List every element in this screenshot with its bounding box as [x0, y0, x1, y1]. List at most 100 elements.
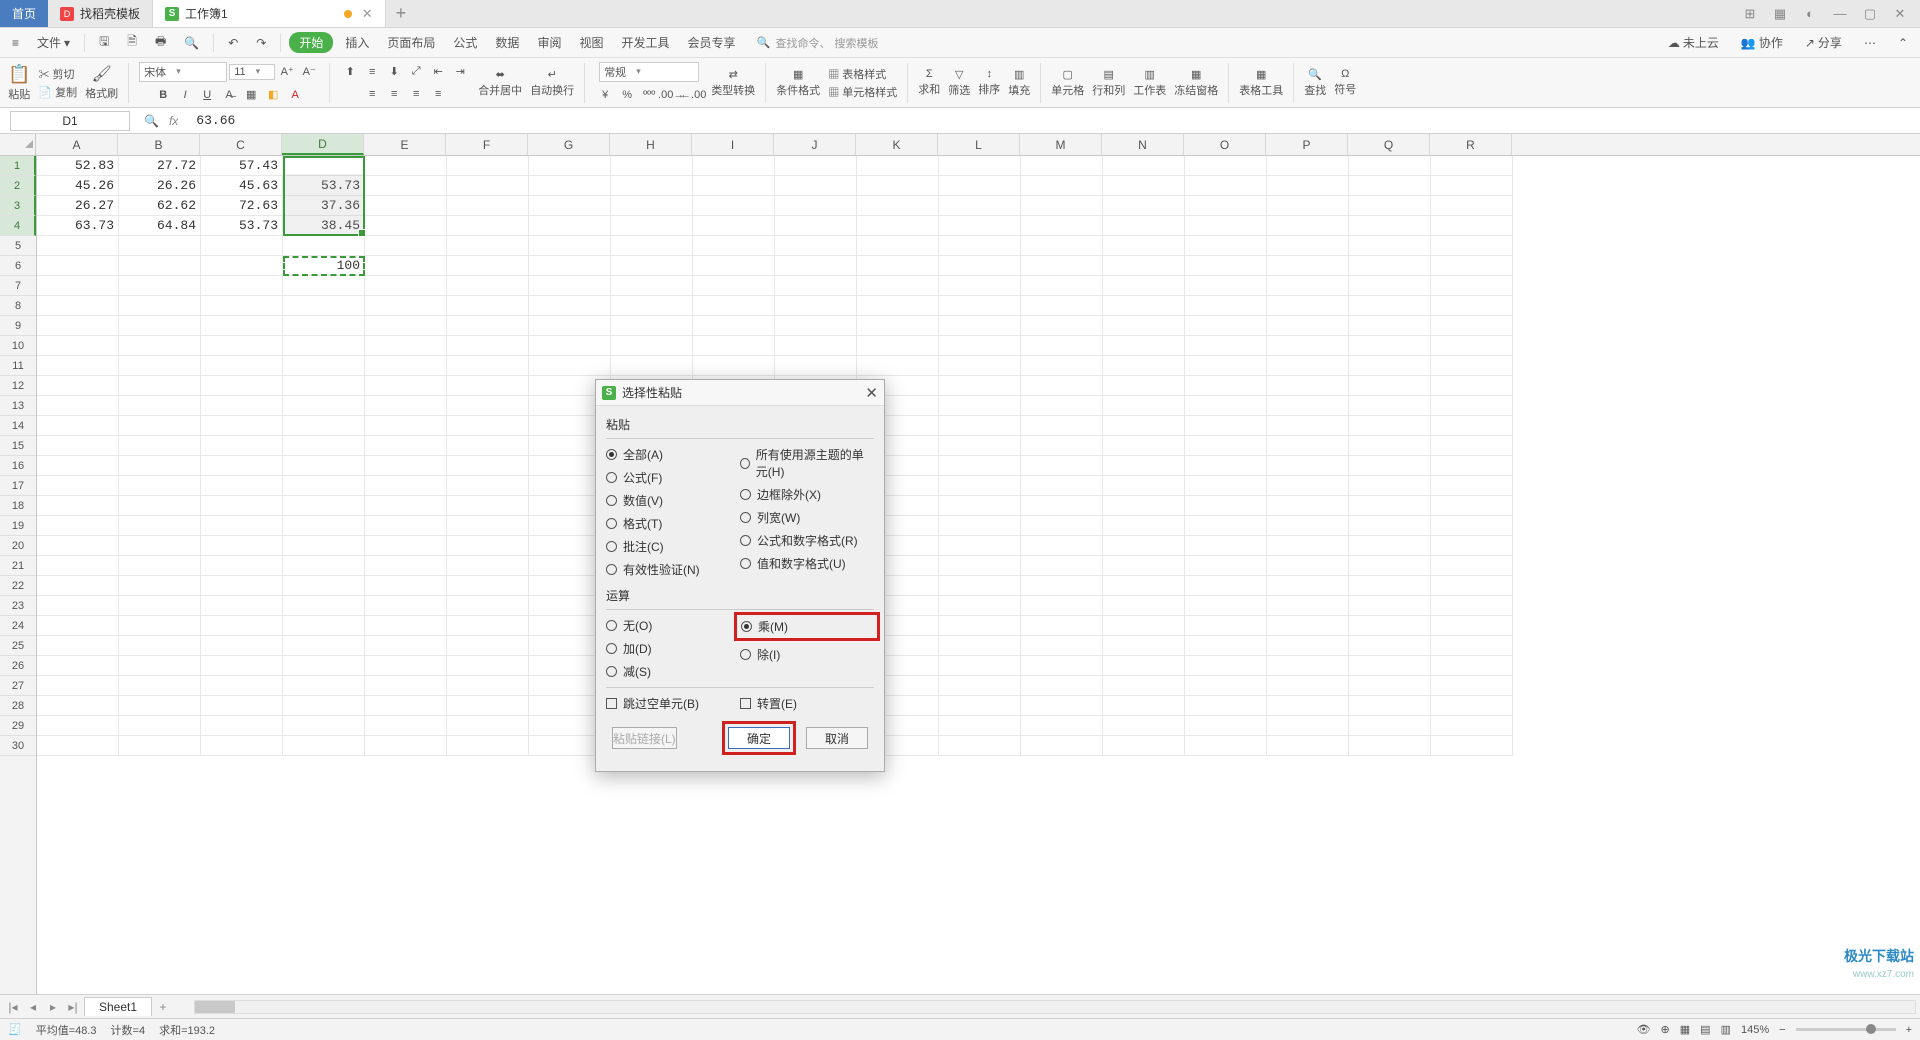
menu-file[interactable]: 文件 ▾	[31, 31, 76, 54]
row-25[interactable]: 25	[0, 636, 36, 656]
zoom-out-icon[interactable]: −	[1779, 1024, 1785, 1036]
row-22[interactable]: 22	[0, 576, 36, 596]
dec-inc-icon[interactable]: .00→	[661, 86, 681, 104]
new-tab-button[interactable]: +	[386, 0, 417, 27]
percent-icon[interactable]: %	[617, 86, 637, 104]
zoom-in-icon[interactable]: +	[1906, 1024, 1912, 1036]
number-format-select[interactable]: 常规▾	[599, 62, 699, 82]
paste-button[interactable]: 📋粘贴	[8, 64, 30, 102]
cell-A1[interactable]: 52.83	[37, 156, 119, 176]
cloud-status[interactable]: ☁ 未上云	[1662, 31, 1725, 54]
row-19[interactable]: 19	[0, 516, 36, 536]
col-K[interactable]: K	[856, 134, 938, 155]
row-27[interactable]: 27	[0, 676, 36, 696]
row-28[interactable]: 28	[0, 696, 36, 716]
col-J[interactable]: J	[774, 134, 856, 155]
row-10[interactable]: 10	[0, 336, 36, 356]
sum-button[interactable]: Σ求和	[918, 68, 940, 97]
row-26[interactable]: 26	[0, 656, 36, 676]
view-break-icon[interactable]: ▥	[1721, 1023, 1731, 1036]
menu-insert[interactable]: 插入	[339, 31, 375, 54]
zoom-slider[interactable]	[1796, 1028, 1896, 1031]
radio-formats[interactable]: 格式(T)	[606, 514, 740, 533]
cell-D3[interactable]: 37.36	[283, 196, 365, 216]
align-right-icon[interactable]: ≡	[406, 85, 426, 103]
cell-D4[interactable]: 38.45	[283, 216, 365, 236]
align-center-icon[interactable]: ≡	[384, 85, 404, 103]
row-24[interactable]: 24	[0, 616, 36, 636]
col-P[interactable]: P	[1266, 134, 1348, 155]
symbol-button[interactable]: Ω符号	[1334, 68, 1356, 97]
row-30[interactable]: 30	[0, 736, 36, 756]
row-4[interactable]: 4	[0, 216, 36, 236]
col-D[interactable]: D	[282, 134, 364, 155]
align-left-icon[interactable]: ≡	[362, 85, 382, 103]
col-L[interactable]: L	[938, 134, 1020, 155]
select-all-corner[interactable]	[0, 134, 36, 155]
fx-icon[interactable]: fx	[169, 114, 178, 128]
radio-all-theme[interactable]: 所有使用源主题的单元(H)	[740, 445, 874, 481]
maximize-icon[interactable]: ▢	[1860, 4, 1880, 24]
view-page-icon[interactable]: ▤	[1700, 1023, 1710, 1036]
coop-button[interactable]: 👥 协作	[1735, 31, 1789, 54]
cut-button[interactable]: ✂ 剪切	[38, 66, 74, 82]
fill-color-icon[interactable]: ◧	[263, 86, 283, 104]
minimize-icon[interactable]: —	[1830, 4, 1850, 24]
row-1[interactable]: 1	[0, 156, 36, 176]
sheet-next-icon[interactable]: ▸	[44, 998, 62, 1016]
horizontal-scrollbar[interactable]	[194, 1000, 1916, 1014]
tab-home[interactable]: 首页	[0, 0, 48, 27]
col-N[interactable]: N	[1102, 134, 1184, 155]
col-H[interactable]: H	[610, 134, 692, 155]
row-15[interactable]: 15	[0, 436, 36, 456]
row-14[interactable]: 14	[0, 416, 36, 436]
cell-C3[interactable]: 72.63	[201, 196, 283, 216]
save-icon[interactable]: 🖫	[93, 29, 115, 56]
cancel-button[interactable]: 取消	[806, 727, 868, 749]
menu-data[interactable]: 数据	[489, 31, 525, 54]
col-M[interactable]: M	[1020, 134, 1102, 155]
col-A[interactable]: A	[36, 134, 118, 155]
row-8[interactable]: 8	[0, 296, 36, 316]
chevron-up-icon[interactable]: ⌃	[1892, 33, 1914, 53]
cell-C1[interactable]: 57.43	[201, 156, 283, 176]
align-top-icon[interactable]: ⬆	[340, 63, 360, 81]
fill-button[interactable]: ▥填充	[1008, 68, 1030, 98]
freeze-button[interactable]: ▦冻结窗格	[1174, 68, 1218, 98]
find-button[interactable]: 🔍查找	[1304, 68, 1326, 98]
cell-area[interactable]: 52.8327.7257.4363.66 45.2626.2645.6353.7…	[37, 156, 1920, 994]
radio-comments[interactable]: 批注(C)	[606, 537, 740, 556]
row-20[interactable]: 20	[0, 536, 36, 556]
col-E[interactable]: E	[364, 134, 446, 155]
radio-formula-num[interactable]: 公式和数字格式(R)	[740, 531, 874, 550]
cell-B4[interactable]: 64.84	[119, 216, 201, 236]
type-convert-button[interactable]: ⇄类型转换	[711, 68, 755, 98]
radio-validation[interactable]: 有效性验证(N)	[606, 560, 740, 579]
sheet-prev-icon[interactable]: ◂	[24, 998, 42, 1016]
cell-B3[interactable]: 62.62	[119, 196, 201, 216]
eye-icon[interactable]: 👁	[1637, 1023, 1651, 1036]
radio-mul[interactable]: 乘(M)	[741, 617, 873, 636]
close-window-icon[interactable]: ✕	[1890, 4, 1910, 24]
strike-icon[interactable]: A̶	[219, 86, 239, 104]
col-B[interactable]: B	[118, 134, 200, 155]
check-skip-blank[interactable]: 跳过空单元(B)	[606, 694, 740, 713]
merge-center-button[interactable]: ⬌合并居中	[478, 68, 522, 98]
print-preview-icon[interactable]: 🔍	[178, 33, 205, 53]
radio-div[interactable]: 除(I)	[740, 645, 874, 664]
radio-none[interactable]: 无(O)	[606, 616, 740, 635]
menu-formula[interactable]: 公式	[447, 31, 483, 54]
apps-icon[interactable]: ▦	[1770, 4, 1790, 24]
font-size-select[interactable]: 11▾	[229, 64, 275, 80]
undo-icon[interactable]: ↶	[222, 33, 244, 53]
cell-C4[interactable]: 53.73	[201, 216, 283, 236]
indent-dec-icon[interactable]: ⇤	[428, 63, 448, 81]
row-21[interactable]: 21	[0, 556, 36, 576]
cell-D1[interactable]: 63.66	[283, 156, 365, 176]
name-box[interactable]: D1	[10, 111, 130, 131]
menu-view[interactable]: 视图	[573, 31, 609, 54]
sheet-button[interactable]: ▥工作表	[1133, 68, 1166, 98]
cell-style-button[interactable]: ▦ 单元格样式	[828, 84, 897, 100]
row-13[interactable]: 13	[0, 396, 36, 416]
share-button[interactable]: ↗ 分享	[1799, 31, 1848, 54]
